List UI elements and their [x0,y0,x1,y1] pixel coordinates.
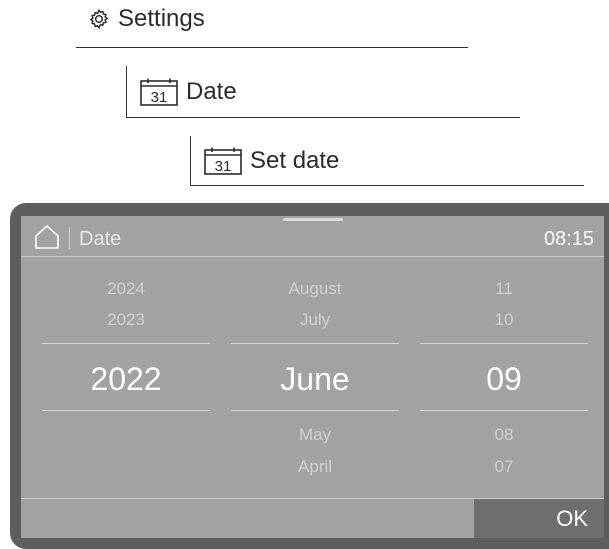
month-option[interactable]: July [231,311,399,328]
breadcrumb-date[interactable]: 31 Date [140,78,237,106]
calendar-icon: 31 [140,78,178,106]
selection-rule [231,343,399,344]
header-bar: Date 08:15 [21,216,604,257]
breadcrumb-set-date[interactable]: 31 Set date [204,147,339,175]
month-option[interactable]: August [231,280,399,297]
selection-rule [420,410,588,411]
year-option[interactable]: 2023 [42,311,210,328]
selection-rule [420,343,588,344]
svg-text:31: 31 [215,158,232,175]
selection-rule [42,343,210,344]
day-option[interactable]: 10 [420,311,588,328]
breadcrumb-label: Settings [118,5,205,32]
svg-text:31: 31 [151,89,168,106]
breadcrumb-settings[interactable]: Settings [88,7,205,31]
screen-title: Date [79,228,122,250]
day-option[interactable]: 08 [420,426,588,443]
selection-rule [231,410,399,411]
divider [126,117,520,118]
divider [69,227,70,249]
year-selected[interactable]: 2022 [42,363,210,395]
gear-icon [88,8,110,30]
ok-button[interactable]: OK [474,499,604,538]
home-icon[interactable] [33,224,61,250]
clock: 08:15 [543,228,594,250]
divider [190,185,584,186]
footer-bar: OK [21,498,604,538]
calendar-icon: 31 [204,147,242,175]
divider [76,47,468,48]
month-option[interactable]: May [231,426,399,443]
display-screen: Date 08:15 2024 2023 2022 August July Ju… [21,216,604,538]
day-option[interactable]: 07 [420,458,588,475]
month-option[interactable]: April [231,458,399,475]
breadcrumb-label: Date [186,78,237,105]
divider [190,136,191,186]
day-selected[interactable]: 09 [420,363,588,395]
pull-down-handle[interactable] [283,218,343,221]
day-option[interactable]: 11 [420,280,588,297]
year-option[interactable]: 2024 [42,280,210,297]
breadcrumb-label: Set date [250,147,340,174]
divider [126,66,127,118]
selection-rule [42,410,210,411]
month-selected[interactable]: June [231,363,399,395]
